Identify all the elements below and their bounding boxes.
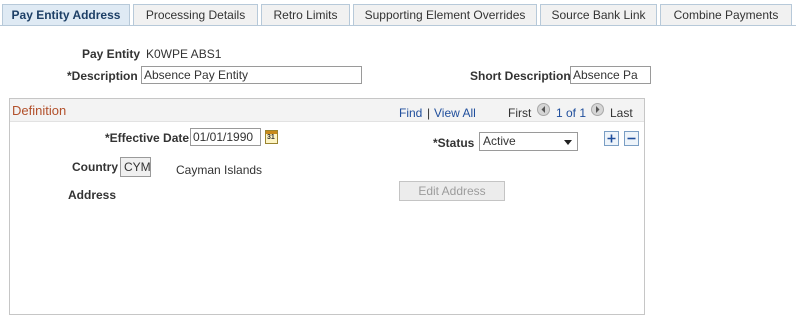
- definition-group: Definition Find | View All First 1 of 1 …: [9, 98, 645, 315]
- country-code-field: CYM: [120, 157, 151, 177]
- edit-address-button[interactable]: Edit Address: [399, 181, 505, 201]
- country-label: Country: [72, 160, 118, 174]
- short-description-label: Short Description: [470, 69, 571, 83]
- pay-entity-value: K0WPE ABS1: [146, 47, 222, 61]
- last-label: Last: [610, 106, 633, 120]
- tab-combine-payments[interactable]: Combine Payments: [660, 4, 792, 25]
- minus-icon: [627, 137, 636, 140]
- first-label: First: [508, 106, 532, 120]
- delete-row-button[interactable]: [624, 131, 639, 146]
- status-select[interactable]: Active: [479, 132, 578, 151]
- tab-retro-limits[interactable]: Retro Limits: [261, 4, 350, 25]
- add-row-button[interactable]: [604, 131, 619, 146]
- tab-bar: Pay Entity Address Processing Details Re…: [0, 4, 796, 26]
- definition-header: Definition Find | View All First 1 of 1 …: [10, 99, 644, 122]
- description-label: *Description: [67, 69, 138, 83]
- tab-supporting-element-overrides[interactable]: Supporting Element Overrides: [353, 4, 537, 25]
- effective-date-field[interactable]: 01/01/1990: [190, 128, 261, 146]
- short-description-field[interactable]: Absence Pa: [570, 66, 651, 84]
- description-field[interactable]: Absence Pay Entity: [141, 66, 362, 84]
- tab-processing-details[interactable]: Processing Details: [133, 4, 258, 25]
- country-name: Cayman Islands: [176, 163, 263, 177]
- nav-separator: |: [427, 106, 431, 120]
- plus-icon: [607, 134, 616, 143]
- find-link[interactable]: Find: [399, 106, 422, 120]
- view-all-link[interactable]: View All: [434, 106, 476, 120]
- chevron-down-icon: [564, 140, 572, 145]
- tab-source-bank-link[interactable]: Source Bank Link: [540, 4, 657, 25]
- calendar-icon[interactable]: 31: [265, 130, 278, 144]
- pay-entity-label: Pay Entity: [82, 47, 141, 61]
- tab-underline: [0, 25, 796, 26]
- previous-row-icon[interactable]: [537, 103, 550, 116]
- definition-title: Definition: [12, 103, 67, 118]
- tab-pay-entity-address[interactable]: Pay Entity Address: [2, 4, 130, 25]
- row-counter: 1 of 1: [556, 106, 587, 120]
- status-value: Active: [483, 134, 516, 148]
- status-label: *Status: [433, 136, 475, 150]
- address-label: Address: [68, 188, 117, 202]
- next-row-icon[interactable]: [591, 103, 604, 116]
- effective-date-label: *Effective Date: [105, 131, 190, 145]
